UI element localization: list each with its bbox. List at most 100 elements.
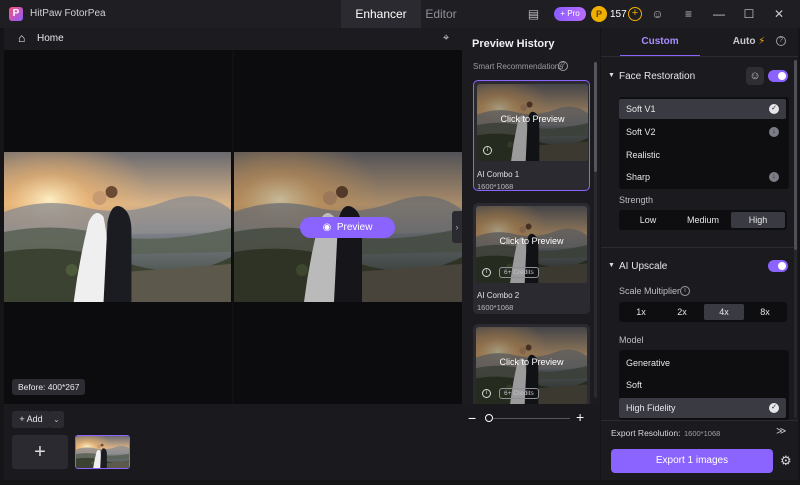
settings-scrollbar-thumb[interactable] <box>794 60 797 250</box>
minimize-button[interactable]: — <box>711 6 727 22</box>
scale-1x[interactable]: 1x <box>621 304 661 320</box>
before-size-label: Before: 400*267 <box>12 379 86 395</box>
canvas-toolbar <box>4 28 462 50</box>
scale-help-icon[interactable]: i <box>680 286 690 296</box>
model-label: Model <box>619 335 644 345</box>
credits-badge: 6+ Credits <box>499 267 539 278</box>
info-icon[interactable]: i <box>482 268 491 277</box>
face-restoration-toggle[interactable] <box>768 70 788 82</box>
model-label: Soft V1 <box>626 104 656 114</box>
divider <box>601 420 798 421</box>
face-model-soft-v2[interactable]: Soft V2 ↓ <box>619 122 786 142</box>
tab-editor[interactable]: Editor <box>421 0 461 28</box>
account-icon[interactable]: ☺ <box>651 8 664 20</box>
download-icon[interactable]: ↓ <box>769 172 779 182</box>
lightning-icon: ⚡ <box>758 36 766 47</box>
add-coins-button[interactable]: + <box>628 7 642 21</box>
strength-high[interactable]: High <box>731 212 785 228</box>
face-icon[interactable]: ☺ <box>746 67 764 85</box>
smart-recommendations-label: Smart Recommendations <box>473 62 564 71</box>
model-label: Soft V2 <box>626 127 656 137</box>
pro-button[interactable]: + Pro <box>554 7 586 21</box>
card-name: AI Combo 2 <box>477 291 520 300</box>
model-label: Sharp <box>626 172 651 182</box>
ai-upscale-toggle[interactable] <box>768 260 788 272</box>
add-dropdown-chevron-icon[interactable]: ⌄ <box>49 411 64 428</box>
preview-button[interactable]: ◉ Preview <box>300 217 395 238</box>
click-to-preview-label: Click to Preview <box>499 357 564 367</box>
feedback-icon[interactable]: ▤ <box>527 8 540 20</box>
face-collapse-icon[interactable]: ▼ <box>608 72 615 79</box>
face-restoration-title: Face Restoration <box>619 71 696 82</box>
tab-enhancer[interactable]: Enhancer <box>341 0 421 28</box>
upscale-model-high-fidelity[interactable]: High Fidelity ✓ <box>619 398 786 418</box>
info-icon[interactable]: i <box>482 389 491 398</box>
add-image-tile[interactable]: + <box>12 435 68 469</box>
divider <box>601 247 798 248</box>
settings-help-icon[interactable]: ? <box>776 36 786 46</box>
scale-8x[interactable]: 8x <box>745 304 785 320</box>
card-resolution: 1600*1068 <box>477 182 514 191</box>
expand-chevron-icon[interactable]: ≫ <box>776 426 786 437</box>
preview-history-title: Preview History <box>472 38 555 50</box>
gear-icon[interactable]: ⚙ <box>780 454 792 467</box>
checkmark-icon: ✓ <box>769 403 779 413</box>
coin-count: 157 <box>610 9 627 20</box>
add-button[interactable]: + Add <box>12 411 50 428</box>
collapse-panel-button[interactable]: › <box>452 211 462 243</box>
click-to-preview-label: Click to Preview <box>500 114 565 124</box>
home-link[interactable]: Home <box>37 33 64 44</box>
export-resolution-value: 1600*1068 <box>684 429 721 438</box>
zoom-in-button[interactable]: + <box>576 410 584 424</box>
export-resolution-label: Export Resolution: <box>611 428 681 438</box>
scale-selector: 1x 2x 4x 8x <box>619 302 787 322</box>
click-to-preview-label: Click to Preview <box>499 236 564 246</box>
upscale-model-generative[interactable]: Generative <box>619 353 786 373</box>
tab-custom[interactable]: Custom <box>601 28 719 56</box>
menu-icon[interactable]: ≡ <box>682 8 695 20</box>
credits-badge: 6+ Credits <box>499 388 539 399</box>
face-model-sharp[interactable]: Sharp ↓ <box>619 167 786 187</box>
strength-selector: Low Medium High <box>619 210 787 230</box>
model-label: High Fidelity <box>626 403 676 413</box>
scale-2x[interactable]: 2x <box>662 304 702 320</box>
eye-icon: ◉ <box>322 222 332 233</box>
scale-4x[interactable]: 4x <box>704 304 744 320</box>
tab-auto[interactable]: Auto ⚡ <box>719 28 779 56</box>
add-label: Add <box>26 414 43 424</box>
close-button[interactable]: ✕ <box>771 6 787 22</box>
face-model-realistic[interactable]: Realistic <box>619 145 786 165</box>
info-icon[interactable]: i <box>483 146 492 155</box>
maximize-button[interactable]: ☐ <box>741 6 757 22</box>
card-thumbnail: Click to Preview i 6+ Credits <box>476 206 587 283</box>
card-thumbnail: Click to Preview i 6+ Credits <box>476 327 587 404</box>
home-icon[interactable]: ⌂ <box>18 32 30 44</box>
zoom-slider[interactable] <box>485 418 570 419</box>
model-label: Generative <box>626 358 671 368</box>
preview-label: Preview <box>336 222 373 233</box>
crop-icon[interactable]: ⌖ <box>443 32 455 44</box>
divider <box>601 56 798 57</box>
zoom-out-button[interactable]: − <box>468 411 476 425</box>
download-icon[interactable]: ↓ <box>769 127 779 137</box>
export-button[interactable]: Export 1 images <box>611 449 773 473</box>
ai-upscale-title: AI Upscale <box>619 261 668 272</box>
help-icon[interactable]: ? <box>558 61 568 71</box>
history-scrollbar-thumb[interactable] <box>594 62 597 172</box>
card-resolution: 1600*1068 <box>477 303 514 312</box>
face-model-soft-v1[interactable]: Soft V1 ✓ <box>619 99 786 119</box>
coin-icon: P <box>591 6 607 22</box>
scale-multiplier-label: Scale Multiplier <box>619 286 681 296</box>
before-image <box>4 152 231 302</box>
strength-low[interactable]: Low <box>621 212 675 228</box>
upscale-model-soft[interactable]: Soft <box>619 375 786 395</box>
strength-label: Strength <box>619 195 654 205</box>
app-name: HitPaw FotorPea <box>30 8 106 19</box>
card-thumbnail: Click to Preview i <box>477 84 588 161</box>
zoom-slider-handle[interactable] <box>485 414 493 422</box>
history-card[interactable]: Click to Preview i 6+ Credits <box>473 324 590 404</box>
image-thumbnail[interactable] <box>75 435 130 469</box>
strength-medium[interactable]: Medium <box>676 212 730 228</box>
app-logo: P <box>9 7 23 21</box>
upscale-collapse-icon[interactable]: ▼ <box>608 262 615 269</box>
